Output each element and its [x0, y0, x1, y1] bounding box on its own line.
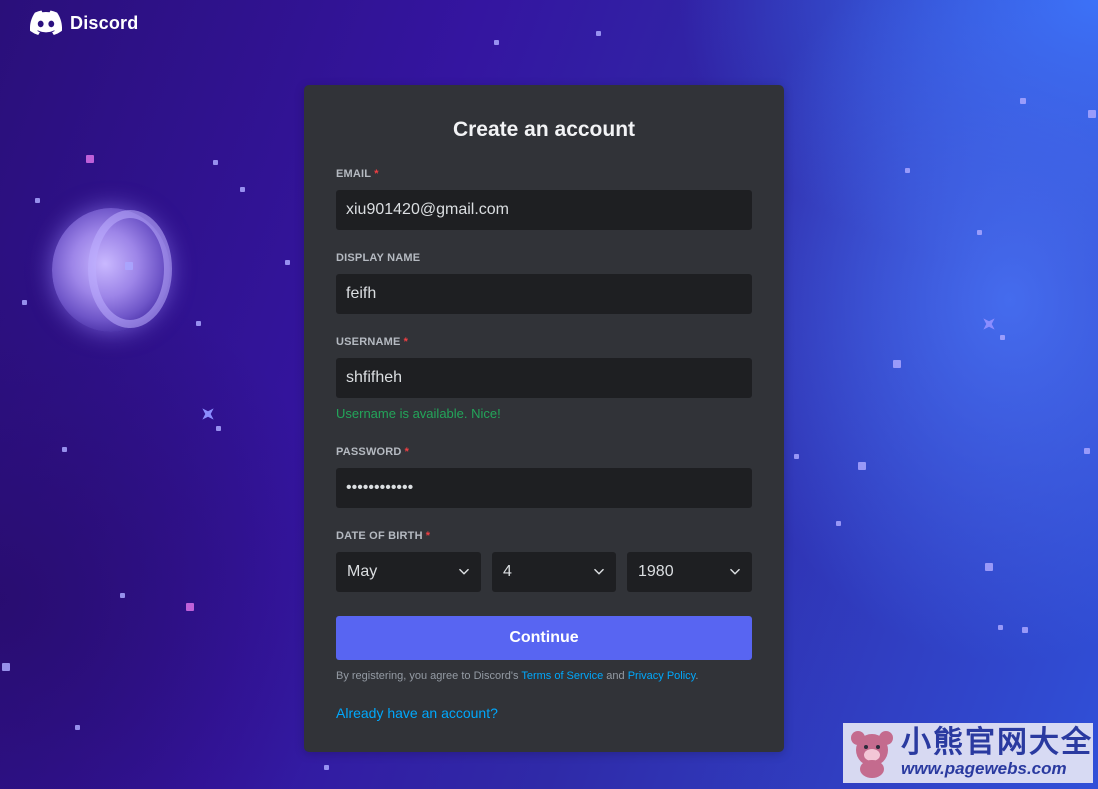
background-star	[86, 155, 94, 163]
background-star	[35, 198, 40, 203]
terms-text: By registering, you agree to Discord's T…	[336, 670, 699, 682]
background-star	[22, 300, 27, 305]
background-star	[240, 187, 245, 192]
background-star	[186, 603, 194, 611]
required-mark: *	[425, 530, 431, 542]
dob-year-value: 1980	[638, 563, 674, 580]
dob-group: DATE OF BIRTH * May 4 1980	[336, 530, 752, 592]
username-available-hint: Username is available. Nice!	[336, 406, 501, 421]
watermark-text: 小熊官网大全 www.pagewebs.com	[901, 727, 1093, 779]
background-star	[998, 625, 1003, 630]
chevron-down-icon	[459, 568, 469, 575]
username-label: USERNAME *	[336, 336, 409, 348]
required-mark: *	[374, 168, 379, 180]
discord-icon	[30, 10, 62, 35]
page-title: Create an account	[452, 118, 636, 141]
watermark-url: www.pagewebs.com	[901, 759, 1067, 778]
chevron-down-icon	[594, 568, 604, 575]
background-star	[213, 160, 218, 165]
terms-of-service-link[interactable]: Terms of Service	[521, 670, 603, 682]
background-star	[120, 593, 125, 598]
watermark-title: 小熊官网大全	[901, 726, 1093, 759]
background-star	[794, 454, 799, 459]
discord-logo[interactable]: Discord	[30, 10, 138, 36]
continue-button[interactable]: Continue	[336, 616, 752, 660]
background-star	[285, 260, 290, 265]
required-mark: *	[404, 446, 410, 458]
email-group: EMAIL *	[336, 168, 752, 230]
background-star	[494, 40, 499, 45]
display-name-field[interactable]	[336, 274, 752, 314]
login-link[interactable]: Already have an account?	[336, 705, 498, 721]
background-star	[1084, 448, 1090, 454]
dob-day-select[interactable]: 4	[492, 552, 616, 592]
background-star	[125, 262, 133, 270]
chevron-down-icon	[730, 568, 740, 575]
background-star	[324, 765, 329, 770]
background-star	[1000, 335, 1005, 340]
background-star	[1022, 627, 1028, 633]
password-label: PASSWORD *	[336, 446, 410, 458]
display-name-label: DISPLAY NAME	[336, 252, 421, 264]
background-sparkle	[197, 403, 220, 426]
username-group: USERNAME* Username is available. Nice!	[336, 336, 752, 421]
bear-mascot-icon	[851, 731, 893, 778]
display-name-group: DISPLAY NAME	[336, 252, 752, 314]
background-star	[836, 521, 841, 526]
background-star	[2, 663, 10, 671]
background-star	[858, 462, 866, 470]
register-card: Create an account EMAIL* DISPLAY NAME US…	[304, 85, 784, 752]
dob-label: DATE OF BIRTH *	[336, 530, 431, 542]
background-star	[596, 31, 601, 36]
password-field[interactable]	[336, 468, 752, 508]
background-star	[985, 563, 993, 571]
background-star	[75, 725, 80, 730]
username-field[interactable]	[336, 358, 752, 398]
background-star	[1020, 98, 1026, 104]
background-star	[893, 360, 901, 368]
background-star	[977, 230, 982, 235]
privacy-policy-link[interactable]: Privacy Policy	[628, 670, 696, 682]
background-star	[1088, 110, 1096, 118]
watermark-banner: 小熊官网大全 www.pagewebs.com	[843, 723, 1093, 783]
logo-text: Discord	[70, 12, 139, 33]
dob-day-value: 4	[503, 563, 512, 580]
dob-selects: May 4 1980	[336, 552, 752, 592]
required-mark: *	[403, 336, 409, 348]
dob-year-select[interactable]: 1980	[627, 552, 752, 592]
background-star	[216, 426, 221, 431]
email-label: EMAIL *	[336, 168, 379, 180]
password-group: PASSWORD *	[336, 446, 752, 508]
background-star	[905, 168, 910, 173]
background-star	[196, 321, 201, 326]
dob-month-select[interactable]: May	[336, 552, 481, 592]
dob-month-value: May	[347, 563, 378, 580]
email-field[interactable]	[336, 190, 752, 230]
background-sparkle	[978, 313, 1001, 336]
background-star	[62, 447, 67, 452]
